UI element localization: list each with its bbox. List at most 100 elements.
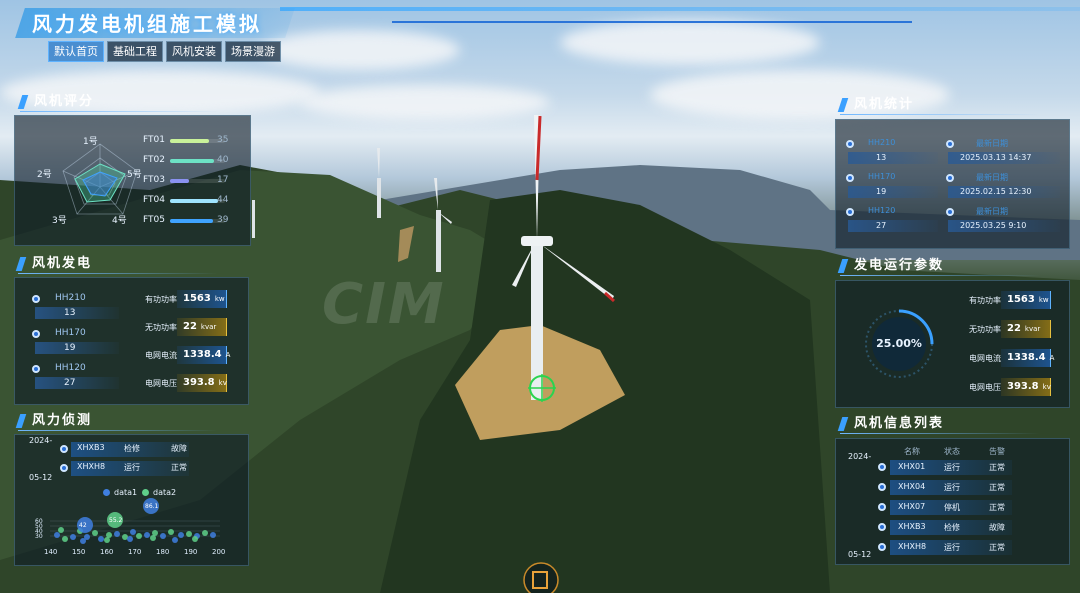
statistics-panel: HH210 13 最新日期 2025.03.13 14:37 HH170 19 最新日期 20… — [835, 119, 1070, 249]
scatter-point — [114, 531, 120, 537]
unit-icon — [32, 295, 40, 303]
metric-unit: kvar — [1024, 325, 1041, 333]
calendar-icon — [946, 208, 954, 216]
radar-axis-label: 5号 — [127, 170, 142, 180]
row-state: 正常 — [171, 463, 187, 472]
unit-value: 27 — [876, 221, 887, 230]
scatter-point — [150, 535, 156, 541]
row-id: XHXB3 — [77, 443, 105, 452]
x-tick-label: 150 — [72, 548, 85, 556]
scatter-point — [80, 538, 86, 544]
scatter-point — [127, 536, 133, 542]
watermark-text: CIM — [322, 272, 446, 337]
date-value: 2025.03.25 9:10 — [960, 221, 1027, 230]
rating-item-value: 39 — [217, 215, 229, 225]
wind-panel-title: 风力侦测 — [18, 412, 219, 431]
metric-unit: kv — [1042, 383, 1051, 391]
unit-strip — [35, 377, 119, 389]
metric-value: 22 — [1007, 323, 1021, 334]
rating-item-name: FT03 — [143, 175, 165, 185]
scatter-point — [144, 532, 150, 538]
status-icon — [878, 503, 886, 511]
bubble-label: 42 — [79, 522, 87, 529]
scatter-point — [58, 527, 64, 533]
unit-icon — [846, 208, 854, 216]
metric-label: 有功功率 — [145, 295, 177, 304]
rating-item-name: FT04 — [143, 195, 165, 205]
calendar-icon — [946, 140, 954, 148]
row-status: 运行 — [944, 463, 960, 472]
unit-strip — [848, 186, 938, 198]
column-header: 名称 — [904, 447, 920, 456]
metric-label: 电网电流 — [969, 354, 1001, 363]
header: 风力发电机组施工模拟 — [0, 0, 1080, 40]
radar-axis-label: 3号 — [52, 216, 67, 226]
unit-name: HH120 — [55, 363, 86, 373]
metric-label: 电网电压 — [145, 379, 177, 388]
metric-label: 无功功率 — [969, 325, 1001, 334]
scatter-point — [62, 536, 68, 542]
metric-value: 1563 — [183, 293, 211, 304]
x-tick-label: 160 — [100, 548, 113, 556]
scatter-point — [136, 533, 142, 539]
metric-value: 1338.4 — [183, 349, 222, 360]
date-label: 05-12 — [29, 473, 53, 482]
unit-name: HH210 — [55, 293, 86, 303]
metric-value-box: 1338.4 A — [177, 346, 230, 364]
metric-value-box: 1338.4 A — [1001, 349, 1054, 367]
status-icon — [60, 464, 68, 472]
info-panel-title: 风机信息列表 — [840, 415, 1041, 434]
scatter-point — [168, 529, 174, 535]
rating-item-name: FT01 — [143, 135, 165, 145]
date-label: 最新日期 — [976, 173, 1008, 182]
bubble-label: 86.1 — [145, 503, 159, 510]
radar-axis-label: 2号 — [37, 170, 52, 180]
status-icon — [878, 523, 886, 531]
x-tick-label: 170 — [128, 548, 141, 556]
row-status: 停机 — [944, 503, 960, 512]
rating-bar-fill — [170, 159, 214, 163]
rating-item-value: 17 — [217, 175, 229, 185]
status-icon — [60, 445, 68, 453]
scatter-point — [104, 537, 110, 543]
metric-value-box: 1563 kw — [177, 290, 227, 308]
row-name: XHX01 — [898, 462, 926, 471]
unit-value: 13 — [876, 153, 887, 162]
rating-item-name: FT02 — [143, 155, 165, 165]
tab-home[interactable]: 默认首页 — [48, 41, 104, 62]
unit-strip — [848, 220, 938, 232]
calendar-icon — [946, 174, 954, 182]
metric-value: 393.8 — [1007, 381, 1039, 392]
unit-strip — [35, 307, 119, 319]
tab-installation[interactable]: 风机安装 — [166, 41, 222, 62]
status-icon — [878, 543, 886, 551]
unit-value: 27 — [64, 378, 76, 388]
metric-value-box: 393.8 kv — [177, 374, 227, 392]
tab-roaming[interactable]: 场景漫游 — [225, 41, 281, 62]
unit-icon — [32, 330, 40, 338]
metric-value-box: 22 kvar — [177, 318, 227, 336]
row-status: 检修 — [944, 523, 960, 532]
scatter-point — [160, 533, 166, 539]
scatter-point — [70, 534, 76, 540]
rating-item-value: 35 — [217, 135, 229, 145]
rating-bar-fill — [170, 179, 189, 183]
unit-value: 19 — [876, 187, 887, 196]
scatter-point — [192, 536, 198, 542]
row-name: XHX07 — [898, 502, 926, 511]
row-alarm: 正常 — [989, 463, 1005, 472]
rating-item-value: 44 — [217, 195, 229, 205]
scatter-point — [98, 536, 104, 542]
row-alarm: 正常 — [989, 503, 1005, 512]
unit-value: 19 — [64, 343, 76, 353]
nav-tabs: 默认首页 基础工程 风机安装 场景漫游 — [48, 41, 281, 62]
unit-name: HH120 — [868, 206, 896, 215]
status-icon — [878, 483, 886, 491]
metric-value-box: 22 kvar — [1001, 320, 1051, 338]
params-panel-title: 发电运行参数 — [840, 257, 1041, 276]
metric-label: 电网电压 — [969, 383, 1001, 392]
date-value: 2025.03.13 14:37 — [960, 153, 1032, 162]
row-status: 运行 — [944, 483, 960, 492]
unit-strip — [35, 342, 119, 354]
tab-foundation[interactable]: 基础工程 — [107, 41, 163, 62]
